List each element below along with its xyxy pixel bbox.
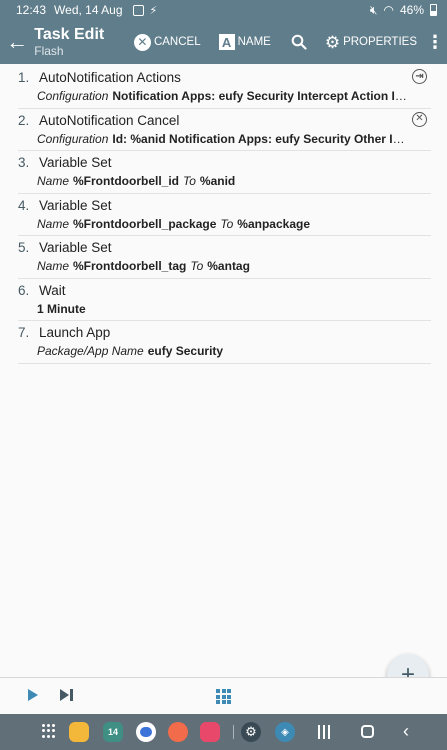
wifi-icon: ◠ [383, 3, 394, 17]
files-app-icon[interactable] [69, 722, 89, 742]
task-row-4[interactable]: 4. Variable Set Name %Frontdoorbell_packa… [18, 194, 431, 236]
detail-label: Configuration [37, 131, 109, 146]
task-name: Launch App [39, 325, 111, 340]
task-row-2[interactable]: 2. AutoNotification Cancel Configuration… [18, 109, 431, 151]
security-app-icon[interactable]: ◈ [275, 722, 295, 742]
title-block: Task Edit Flash [34, 25, 120, 59]
detail-connector: To [183, 174, 196, 188]
grid-icon[interactable] [216, 689, 231, 704]
task-action-list: 1. AutoNotification Actions Configuratio… [18, 66, 431, 364]
settings-app-icon[interactable]: ⚙ [241, 722, 261, 742]
name-button[interactable]: A NAME [213, 20, 277, 64]
back-button[interactable]: ← [0, 20, 34, 64]
gear-icon: ⚙ [324, 32, 341, 52]
name-label: NAME [237, 36, 271, 48]
detail-connector: To [220, 216, 234, 231]
nav-back-button[interactable]: ‹ [403, 722, 409, 740]
task-detail: Name %Frontdoorbell_tag To %antag [37, 259, 409, 273]
properties-label: PROPERTIES [343, 36, 417, 48]
task-name: Variable Set [39, 155, 112, 170]
text-a-icon: A [218, 34, 235, 50]
play-icon[interactable] [28, 689, 38, 701]
more-vert-icon: ⋮ [426, 31, 444, 52]
gallery-icon [132, 4, 144, 16]
system-nav-bar: 14 ⚙ ◈ ‹ [0, 714, 447, 750]
task-row-7[interactable]: 7. Launch App Package/App Name eufy Secur… [18, 321, 431, 364]
calendar-app-icon[interactable]: 14 [103, 722, 123, 742]
task-number: 4. [18, 197, 30, 213]
cancel-button[interactable]: ✕ CANCEL [128, 20, 207, 64]
task-name: AutoNotification Actions [39, 70, 181, 85]
task-row-5[interactable]: 5. Variable Set Name %Frontdoorbell_tag To… [18, 236, 431, 279]
search-icon [291, 34, 307, 50]
bolt-icon: ⚡ [149, 4, 158, 17]
recents-button[interactable] [318, 725, 332, 739]
detail-value: Notification Apps: eufy Security Interce… [112, 89, 409, 103]
home-button[interactable] [361, 725, 374, 738]
status-right: 🔇︎ ◠ 46% [370, 3, 437, 18]
app-bar-actions: ✕ CANCEL A NAME ⚙ PROPERTIES ⋮ [128, 20, 447, 64]
task-number: 3. [18, 155, 30, 170]
dock-divider [233, 725, 234, 739]
task-number: 1. [18, 70, 30, 85]
bottom-toolbar [0, 677, 447, 714]
battery-percent: 46% [399, 3, 424, 17]
arrow-left-icon: ← [6, 29, 29, 54]
task-name: AutoNotification Cancel [39, 112, 180, 128]
task-row-1[interactable]: 1. AutoNotification Actions Configuratio… [18, 66, 431, 109]
detail-label: Package/App Name [37, 344, 144, 358]
detail-value: %Frontdoorbell_tag [73, 259, 187, 273]
detail-value: 1 Minute [37, 301, 86, 316]
task-detail: Configuration Id: %anid Notification Apps… [37, 132, 409, 146]
detail-label: Name [37, 259, 70, 273]
task-row-6[interactable]: 6. Wait 1 Minute [18, 279, 431, 321]
status-notification-icons: ⚡ [132, 4, 158, 17]
detail-value: eufy Security [147, 344, 224, 358]
detail-value: Id: %anid Notification Apps: eufy Securi… [112, 131, 409, 146]
detail-label: Configuration [37, 89, 109, 103]
status-date: Wed, 14 Aug [54, 3, 123, 17]
properties-button[interactable]: ⚙ PROPERTIES [319, 20, 423, 64]
messages-app-icon[interactable] [136, 722, 156, 742]
task-detail: Package/App Name eufy Security [37, 344, 409, 358]
task-number: 6. [18, 282, 30, 298]
app-drawer-icon[interactable] [42, 724, 56, 738]
status-time: 12:43 [16, 3, 47, 17]
task-number: 2. [18, 112, 30, 128]
close-circle-icon[interactable]: ✕ [412, 111, 427, 127]
contacts-app-icon[interactable] [168, 722, 188, 742]
task-detail: Name %Frontdoorbell_package To %anpackage [37, 217, 409, 231]
task-name: Wait [39, 282, 66, 298]
page-title: Task Edit [34, 26, 105, 43]
close-circle-icon: ✕ [133, 33, 151, 51]
task-number: 7. [18, 325, 30, 340]
task-detail: Configuration Notification Apps: eufy Sec… [37, 89, 409, 103]
detail-label: Name [37, 216, 70, 231]
camera-app-icon[interactable] [200, 722, 220, 742]
task-name: Variable Set [39, 197, 112, 213]
detail-value-2: %antag [207, 259, 250, 273]
app-bar: ← Task Edit Flash ✕ CANCEL A NAME ⚙ PROP… [0, 20, 447, 64]
detail-value: %Frontdoorbell_package [73, 216, 217, 231]
detail-value-2: %anpackage [237, 216, 310, 231]
search-button[interactable] [285, 20, 313, 64]
battery-icon [430, 4, 437, 16]
detail-value-2: %anid [199, 174, 236, 188]
detail-connector: To [190, 259, 204, 273]
task-row-3[interactable]: 3. Variable Set Name %Frontdoorbell_id To%… [18, 151, 431, 194]
task-number: 5. [18, 240, 30, 255]
task-detail: Name %Frontdoorbell_id To %anid [37, 174, 409, 188]
mute-icon: 🔇︎ [369, 2, 378, 17]
task-detail: 1 Minute [37, 302, 409, 316]
task-name: Variable Set [39, 240, 112, 255]
more-menu-button[interactable]: ⋮ [423, 32, 447, 53]
detail-value: %Frontdoorbell_id [73, 174, 180, 188]
plugin-icon[interactable]: ⇥ [412, 69, 427, 84]
page-subtitle: Flash [34, 44, 64, 58]
step-forward-icon[interactable] [60, 689, 74, 701]
status-bar: 12:43 Wed, 14 Aug ⚡ 🔇︎ ◠ 46% [0, 0, 447, 20]
cancel-label: CANCEL [153, 36, 201, 48]
detail-label: Name [37, 174, 70, 188]
